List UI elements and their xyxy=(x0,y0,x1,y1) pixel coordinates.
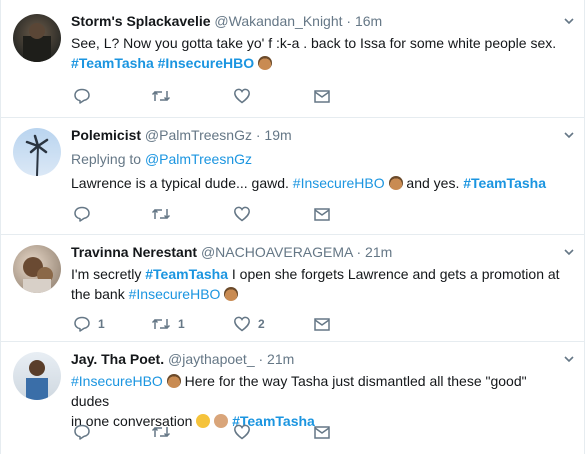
avatar[interactable] xyxy=(13,128,61,176)
retweet-button[interactable] xyxy=(151,86,171,106)
chevron-down-icon[interactable] xyxy=(562,352,576,366)
hashtag-link[interactable]: #InsecureHBO xyxy=(158,55,254,71)
like-button[interactable] xyxy=(233,422,251,442)
display-name[interactable]: Jay. Tha Poet. xyxy=(71,351,164,367)
timestamp[interactable]: · 19m xyxy=(256,127,292,143)
direct-message-button[interactable] xyxy=(313,314,331,334)
retweet-button[interactable]: 1 xyxy=(151,314,185,334)
avatar[interactable] xyxy=(13,245,61,293)
like-button[interactable] xyxy=(233,204,251,224)
man-emoji-icon xyxy=(258,56,273,70)
timestamp[interactable]: · 16m xyxy=(346,13,382,29)
reply-icon xyxy=(74,424,90,440)
tweet-feed: Storm's Splackavelie @Wakandan_Knight · … xyxy=(0,0,585,454)
chevron-down-icon[interactable] xyxy=(562,128,576,142)
retweet-button[interactable] xyxy=(151,204,171,224)
envelope-icon xyxy=(314,426,330,439)
reply-icon xyxy=(74,316,90,332)
user-handle[interactable]: @PalmTreesnGz xyxy=(145,127,252,143)
hashtag-link[interactable]: #TeamTasha xyxy=(145,266,228,282)
reply-button[interactable] xyxy=(73,86,91,106)
tweet-text: I open she forgets Lawrence and gets a p… xyxy=(231,266,560,282)
like-button[interactable] xyxy=(233,86,251,106)
direct-message-button[interactable] xyxy=(313,422,331,442)
heart-icon xyxy=(234,424,250,440)
reply-button[interactable] xyxy=(73,422,91,442)
avatar[interactable] xyxy=(13,14,61,62)
user-handle[interactable]: @NACHOAVERAGEMA xyxy=(201,244,353,260)
man-emoji-icon xyxy=(166,374,181,388)
retweet-button[interactable] xyxy=(151,422,171,442)
tweet[interactable]: Jay. Tha Poet. @jaythapoet_ · 21m #Insec… xyxy=(1,342,585,454)
display-name[interactable]: Polemicist xyxy=(71,127,141,143)
tweet-text: the bank xyxy=(71,286,125,302)
tweet-text: I'm secretly xyxy=(71,266,142,282)
reply-icon xyxy=(74,88,90,104)
timestamp[interactable]: · 21m xyxy=(259,351,295,367)
retweet-icon xyxy=(151,90,171,102)
man-emoji-icon xyxy=(388,176,403,190)
like-button[interactable]: 2 xyxy=(233,314,265,334)
retweet-count: 1 xyxy=(178,317,185,331)
tweet-text: Lawrence is a typical dude... gawd. xyxy=(71,175,289,191)
hashtag-link[interactable]: #TeamTasha xyxy=(71,55,154,71)
heart-icon xyxy=(234,316,250,332)
envelope-icon xyxy=(314,208,330,221)
display-name[interactable]: Travinna Nerestant xyxy=(71,244,197,260)
tweet-text: See, L? Now you gotta take yo' f :k-a . … xyxy=(71,35,557,51)
hashtag-link[interactable]: #InsecureHBO xyxy=(129,286,221,302)
chevron-down-icon[interactable] xyxy=(562,14,576,28)
reply-count: 1 xyxy=(98,317,105,331)
user-handle[interactable]: @jaythapoet_ xyxy=(168,351,255,367)
tweet-text: and yes. xyxy=(406,175,460,191)
hashtag-link[interactable]: #InsecureHBO xyxy=(293,175,385,191)
retweet-icon xyxy=(151,426,171,438)
man-emoji-icon xyxy=(224,287,239,301)
timestamp[interactable]: · 21m xyxy=(357,244,393,260)
direct-message-button[interactable] xyxy=(313,86,331,106)
hashtag-link[interactable]: #InsecureHBO xyxy=(71,373,163,389)
reply-icon xyxy=(74,206,90,222)
envelope-icon xyxy=(314,318,330,331)
avatar[interactable] xyxy=(13,352,61,400)
tweet[interactable]: Travinna Nerestant @NACHOAVERAGEMA · 21m… xyxy=(1,235,585,342)
chevron-down-icon[interactable] xyxy=(562,245,576,259)
envelope-icon xyxy=(314,90,330,103)
reply-button[interactable]: 1 xyxy=(73,314,105,334)
like-count: 2 xyxy=(258,317,265,331)
replying-to-handle[interactable]: @PalmTreesnGz xyxy=(145,151,252,167)
retweet-icon xyxy=(151,318,171,330)
tweet[interactable]: Storm's Splackavelie @Wakandan_Knight · … xyxy=(1,0,585,118)
direct-message-button[interactable] xyxy=(313,204,331,224)
tweet[interactable]: Polemicist @PalmTreesnGz · 19m Replying … xyxy=(1,118,585,235)
heart-icon xyxy=(234,206,250,222)
heart-icon xyxy=(234,88,250,104)
reply-button[interactable] xyxy=(73,204,91,224)
user-handle[interactable]: @Wakandan_Knight xyxy=(214,13,342,29)
retweet-icon xyxy=(151,208,171,220)
display-name[interactable]: Storm's Splackavelie xyxy=(71,13,211,29)
replying-to-label: Replying to xyxy=(71,151,142,167)
hashtag-link[interactable]: #TeamTasha xyxy=(463,175,546,191)
